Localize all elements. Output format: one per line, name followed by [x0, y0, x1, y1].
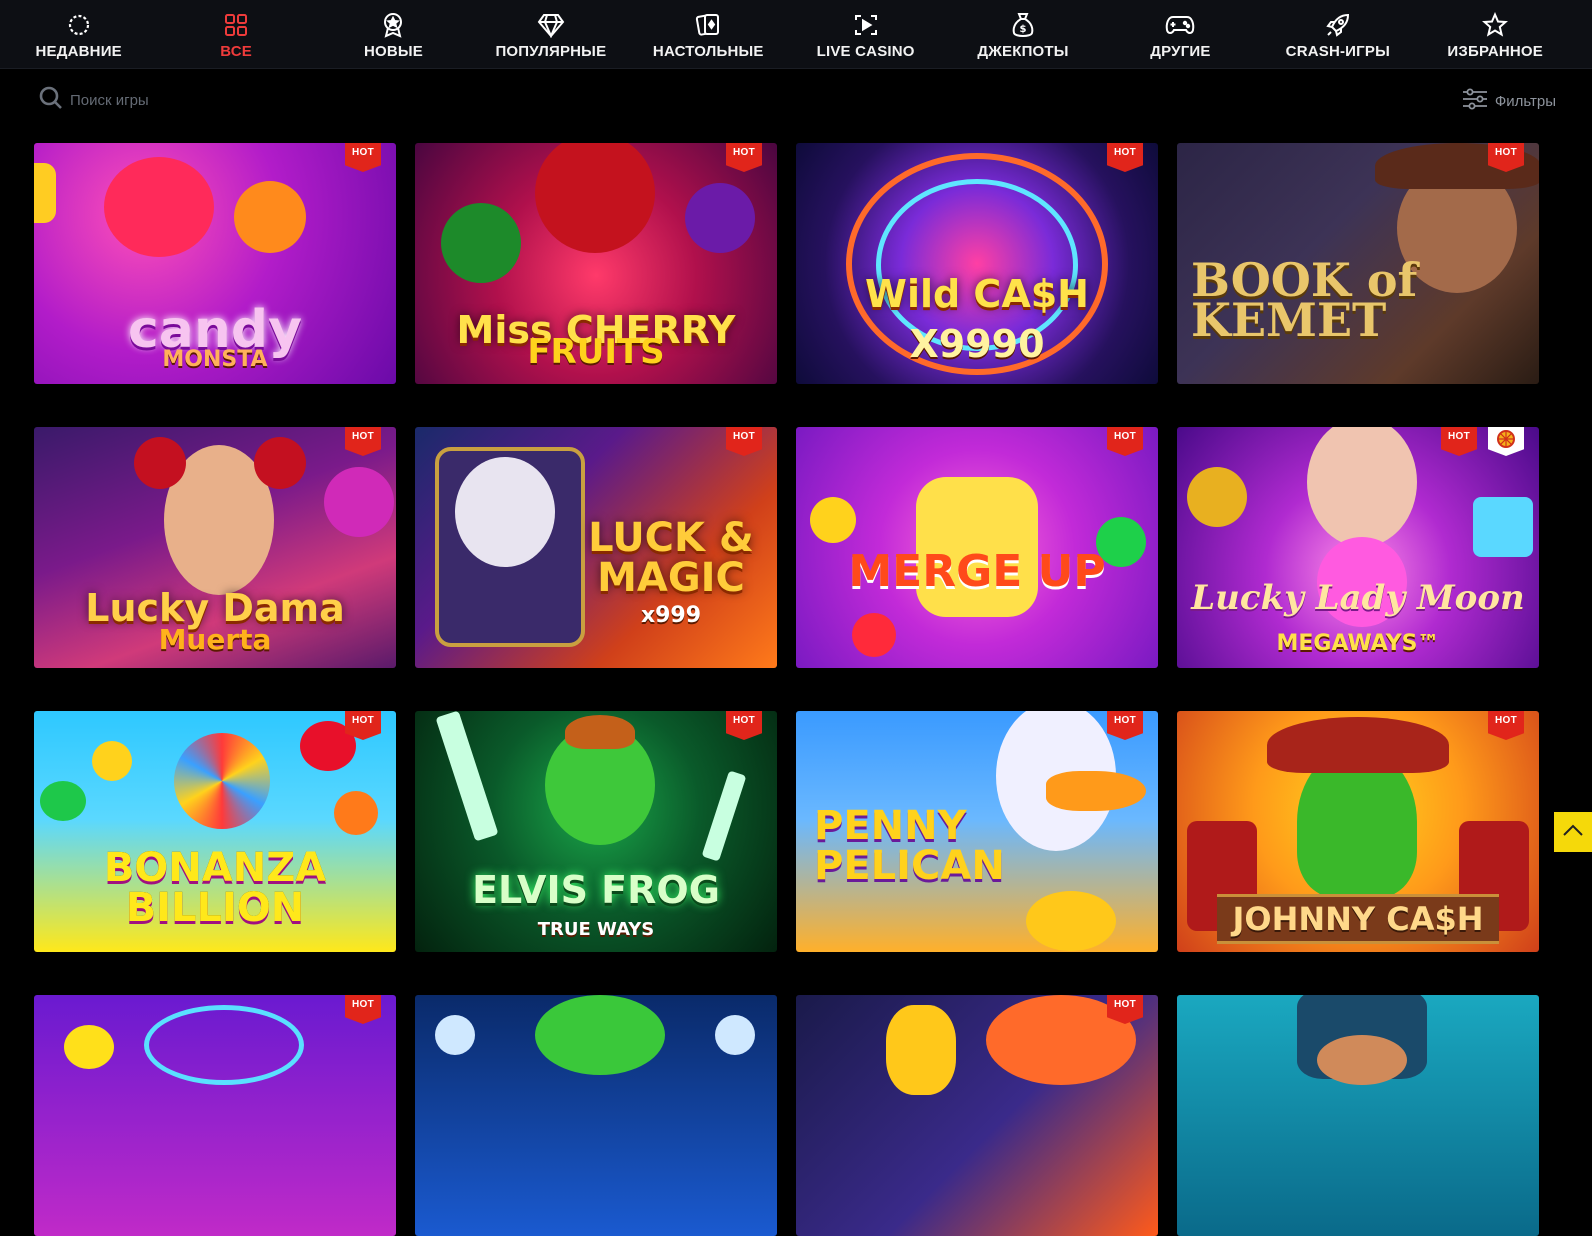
gamepad-icon [1165, 10, 1195, 40]
game-subtitle: x999 [640, 603, 702, 628]
nav-item-recent[interactable]: НЕДАВНИЕ [0, 0, 157, 68]
hot-badge: HOT [726, 143, 762, 172]
scroll-to-top-button[interactable] [1554, 812, 1592, 852]
game-subtitle: Muerta [158, 623, 272, 656]
nav-item-crash-games[interactable]: CRASH-ИГРЫ [1259, 0, 1416, 68]
search-input[interactable] [70, 92, 310, 109]
nav-label: НЕДАВНИЕ [35, 43, 122, 60]
game-card-luck-and-magic[interactable]: LUCK & MAGIC x999 HOT [415, 427, 777, 668]
game-title: Wild CA$H [865, 272, 1089, 316]
hot-badge: HOT [1488, 711, 1524, 740]
game-title: Lucky Lady Moon [1191, 578, 1525, 618]
game-card-book-of-kemet[interactable]: BOOK of KEMET HOT [1177, 143, 1539, 384]
game-card-row4-4[interactable] [1177, 995, 1539, 1236]
game-card-miss-cherry-fruits[interactable]: Miss CHERRY FRUITS HOT [415, 143, 777, 384]
hot-badge: HOT [726, 427, 762, 456]
game-title: Lucky Dama [85, 586, 345, 630]
nav-label: ВСЕ [220, 43, 252, 60]
games-grid: candy MONSTA HOT Miss CHERRY FRUITS HOT … [34, 143, 1558, 1236]
game-card-lucky-dama-muerta[interactable]: Lucky Dama Muerta HOT [34, 427, 396, 668]
nav-label: ИЗБРАННОЕ [1447, 43, 1544, 60]
hot-badge: HOT [345, 995, 381, 1024]
svg-text:$: $ [1020, 24, 1027, 35]
star-icon [1480, 10, 1510, 40]
game-card-lucky-lady-moon[interactable]: Lucky Lady Moon MEGAWAYS™ HOT [1177, 427, 1539, 668]
game-title: LUCK & MAGIC [588, 515, 754, 601]
nav-item-live-casino[interactable]: LIVE CASINO [787, 0, 944, 68]
game-subtitle: TRUE WAYS [537, 919, 655, 940]
nav-item-table[interactable]: НАСТОЛЬНЫЕ [630, 0, 787, 68]
filters-button[interactable]: Фильтры [1461, 87, 1556, 115]
new-badge-icon [378, 10, 408, 40]
game-subtitle: X9990 [909, 322, 1045, 366]
nav-label: CRASH-ИГРЫ [1285, 43, 1390, 60]
nav-item-popular[interactable]: ПОПУЛЯРНЫЕ [472, 0, 629, 68]
nav-item-all[interactable]: ВСЕ [157, 0, 314, 68]
nav-label: ДРУГИЕ [1150, 43, 1211, 60]
cards-icon [693, 10, 723, 40]
game-card-candy-monsta[interactable]: candy MONSTA HOT [34, 143, 396, 384]
game-card-bonanza-billion[interactable]: BONANZA BILLION HOT [34, 711, 396, 952]
filters-label: Фильтры [1494, 92, 1556, 110]
game-card-wild-cash-x9990[interactable]: Wild CA$H X9990 HOT [796, 143, 1158, 384]
games-toolbar: Фильтры [0, 69, 1592, 131]
hot-badge: HOT [1107, 427, 1143, 456]
nav-item-new[interactable]: НОВЫЕ [315, 0, 472, 68]
game-title: candy [127, 300, 303, 360]
game-title: MERGE UP [848, 546, 1106, 597]
game-card-penny-pelican[interactable]: PENNY PELICAN HOT [796, 711, 1158, 952]
live-play-icon [851, 10, 881, 40]
hot-badge: HOT [726, 711, 762, 740]
game-subtitle: MONSTA [162, 347, 268, 372]
game-title: BOOK of KEMET [1191, 253, 1418, 347]
hot-badge: HOT [345, 143, 381, 172]
nav-item-other[interactable]: ДРУГИЕ [1102, 0, 1259, 68]
game-title: PENNY PELICAN [814, 803, 1005, 889]
hot-badge: HOT [1107, 711, 1143, 740]
game-subtitle: FRUITS [527, 332, 665, 372]
money-bag-icon: $ [1008, 10, 1038, 40]
game-card-elvis-frog[interactable]: ELVIS FROG TRUE WAYS HOT [415, 711, 777, 952]
game-card-johnny-cash[interactable]: JOHNNY CA$H HOT [1177, 711, 1539, 952]
hot-badge: HOT [1441, 427, 1477, 456]
category-nav: НЕДАВНИЕ ВСЕ НОВЫЕ ПОПУЛЯРНЫЕ НАСТОЛЬНЫЕ… [0, 0, 1592, 69]
game-title: BONANZA BILLION [103, 845, 327, 931]
wheel-icon [1488, 427, 1524, 456]
hot-badge: HOT [1107, 143, 1143, 172]
game-card-row4-1[interactable]: HOT [34, 995, 396, 1236]
nav-label: ДЖЕКПОТЫ [977, 43, 1069, 60]
nav-label: НАСТОЛЬНЫЕ [652, 43, 764, 60]
game-subtitle: MEGAWAYS™ [1276, 631, 1440, 656]
nav-item-jackpots[interactable]: $ ДЖЕКПОТЫ [944, 0, 1101, 68]
rocket-icon [1323, 10, 1353, 40]
game-title: JOHNNY CA$H [1217, 894, 1499, 944]
game-card-row4-3[interactable]: HOT [796, 995, 1158, 1236]
search-box [38, 85, 310, 116]
hot-badge: HOT [345, 427, 381, 456]
game-title: ELVIS FROG [472, 868, 720, 912]
filter-sliders-icon [1461, 87, 1489, 115]
nav-label: НОВЫЕ [363, 43, 423, 60]
grid-icon [221, 10, 251, 40]
game-card-row4-2[interactable] [415, 995, 777, 1236]
game-card-merge-up[interactable]: MERGE UP HOT [796, 427, 1158, 668]
nav-label: ПОПУЛЯРНЫЕ [495, 43, 607, 60]
diamond-icon [536, 10, 566, 40]
nav-item-favorites[interactable]: ИЗБРАННОЕ [1417, 0, 1574, 68]
recent-icon [64, 10, 94, 40]
chevron-up-icon [1562, 823, 1584, 842]
nav-label: LIVE CASINO [816, 43, 915, 60]
search-icon [38, 85, 64, 116]
